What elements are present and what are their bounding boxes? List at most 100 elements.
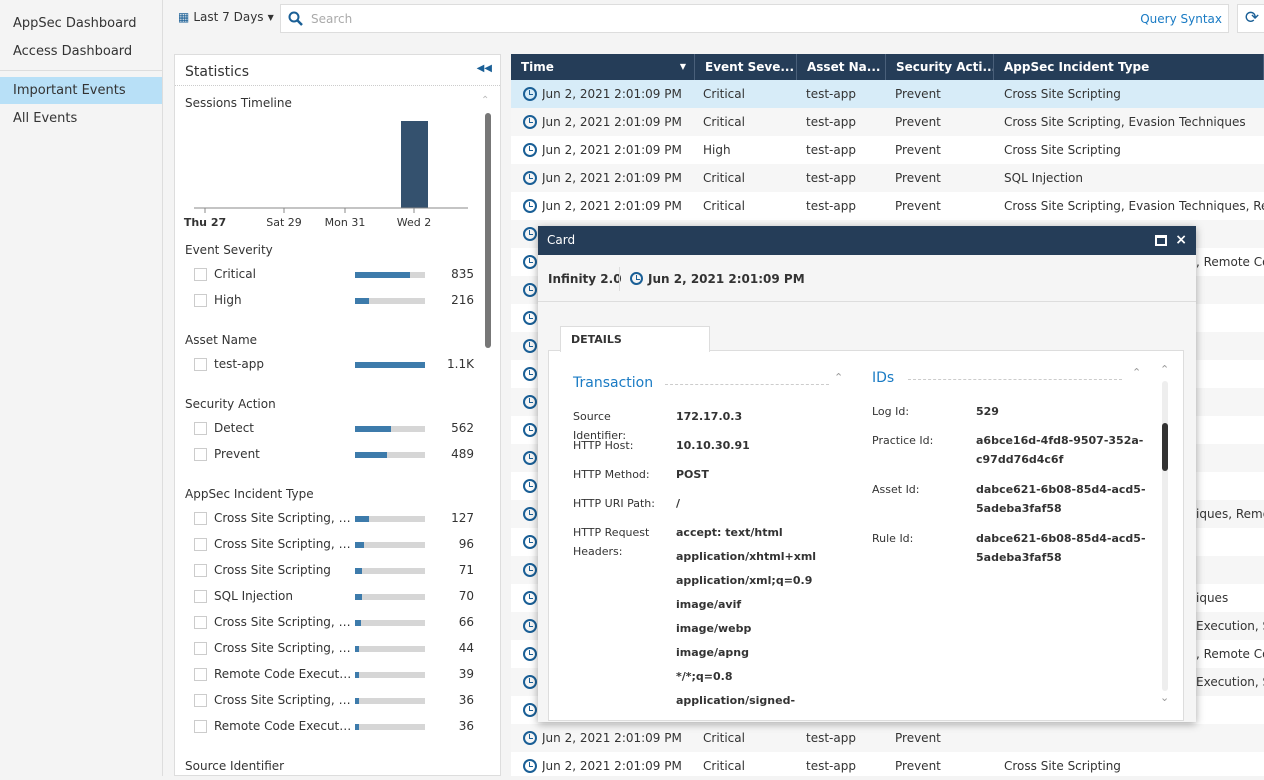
checkbox[interactable] bbox=[194, 694, 207, 707]
search-input[interactable]: Search Query Syntax bbox=[280, 4, 1229, 33]
field-value: */*;q=0.8 bbox=[676, 670, 733, 683]
filter-item[interactable]: Cross Site Scripting, Re... 127 bbox=[194, 509, 474, 529]
chevron-up-icon[interactable]: ⌃ bbox=[481, 95, 489, 106]
count-bar bbox=[355, 542, 425, 548]
checkbox[interactable] bbox=[194, 448, 207, 461]
col-incident-type[interactable]: AppSec Incident Type bbox=[994, 54, 1264, 80]
table-row[interactable]: Jun 2, 2021 2:01:09 PM Critical test-app Pr… bbox=[511, 164, 1264, 192]
filter-label: Remote Code Executio... bbox=[214, 667, 354, 681]
filter-item[interactable]: Cross Site Scripting, Ev... 44 bbox=[194, 639, 474, 659]
tab-details[interactable]: DETAILS bbox=[560, 326, 710, 352]
checkbox[interactable] bbox=[194, 590, 207, 603]
filter-count: 489 bbox=[451, 447, 474, 461]
cell-asset: test-app bbox=[806, 731, 856, 745]
date-range-label: Last 7 Days bbox=[193, 10, 264, 24]
checkbox[interactable] bbox=[194, 720, 207, 733]
checkbox[interactable] bbox=[194, 668, 207, 681]
filter-count: 70 bbox=[458, 589, 474, 603]
clock-icon bbox=[523, 507, 537, 521]
clock-icon bbox=[630, 272, 643, 285]
filter-item[interactable]: Critical 835 bbox=[194, 265, 474, 285]
cell-incident-type: Cross Site Scripting, Evasion Techniques bbox=[1004, 115, 1246, 129]
maximize-icon[interactable] bbox=[1155, 235, 1167, 246]
filter-item[interactable]: Cross Site Scripting, Ev... 66 bbox=[194, 613, 474, 633]
count-bar bbox=[355, 272, 425, 278]
checkbox[interactable] bbox=[194, 564, 207, 577]
chevron-up-icon[interactable]: ⌃ bbox=[1132, 366, 1141, 379]
col-severity[interactable]: Event Seve... bbox=[695, 54, 797, 80]
nav-appsec-dashboard[interactable]: AppSec Dashboard bbox=[0, 10, 162, 37]
field-label: Practice Id: bbox=[872, 434, 934, 447]
checkbox[interactable] bbox=[194, 512, 207, 525]
count-bar bbox=[355, 672, 425, 678]
col-time[interactable]: Time ▼ bbox=[511, 54, 695, 80]
field-value: 5adeba3faf58 bbox=[976, 502, 1062, 515]
card-subheader: Infinity 2.0 Jun 2, 2021 2:01:09 PM bbox=[538, 255, 1196, 302]
cell-incident-type: iques bbox=[1196, 591, 1229, 605]
close-icon[interactable]: × bbox=[1175, 226, 1187, 255]
checkbox[interactable] bbox=[194, 538, 207, 551]
checkbox[interactable] bbox=[194, 358, 207, 371]
col-action[interactable]: Security Acti... bbox=[886, 54, 994, 80]
filter-item[interactable]: Cross Site Scripting, Re... 96 bbox=[194, 535, 474, 555]
clock-icon bbox=[523, 255, 537, 269]
field-label: Asset Id: bbox=[872, 483, 920, 496]
filter-item[interactable]: Cross Site Scripting, Ev... 36 bbox=[194, 691, 474, 711]
table-row[interactable]: Jun 2, 2021 2:01:09 PM High test-app Preven… bbox=[511, 136, 1264, 164]
search-placeholder: Search bbox=[311, 12, 353, 26]
field-value: image/webp bbox=[676, 622, 752, 635]
checkbox[interactable] bbox=[194, 294, 207, 307]
stats-scrollbar[interactable] bbox=[485, 113, 491, 348]
filter-item[interactable]: Remote Code Executio... 39 bbox=[194, 665, 474, 685]
collapse-panel-icon[interactable]: ◀◀ bbox=[477, 63, 492, 74]
filter-item[interactable]: test-app 1.1K bbox=[194, 355, 474, 375]
scroll-down-icon[interactable]: ⌄ bbox=[1160, 691, 1169, 704]
filter-section-title: Source Identifier bbox=[185, 759, 285, 773]
filter-section-title: Security Action bbox=[185, 397, 276, 411]
field-label: HTTP Host: bbox=[573, 439, 634, 452]
table-row[interactable]: Jun 2, 2021 2:01:09 PM Critical test-app Pr… bbox=[511, 80, 1264, 108]
table-row[interactable]: Jun 2, 2021 2:01:09 PM Critical test-app Pr… bbox=[511, 192, 1264, 220]
clock-icon bbox=[523, 171, 537, 185]
count-bar bbox=[355, 452, 425, 458]
search-icon bbox=[288, 11, 303, 26]
x-tick-label: Sat 29 bbox=[266, 216, 302, 229]
col-asset[interactable]: Asset Na... bbox=[797, 54, 886, 80]
checkbox[interactable] bbox=[194, 642, 207, 655]
table-row[interactable]: Jun 2, 2021 2:01:09 PM Critical test-app Pr… bbox=[511, 724, 1264, 752]
checkbox[interactable] bbox=[194, 422, 207, 435]
cell-incident-type: Cross Site Scripting bbox=[1004, 143, 1121, 157]
card-scrollbar-thumb[interactable] bbox=[1162, 423, 1168, 471]
filter-section-title: Asset Name bbox=[185, 333, 258, 347]
clock-icon bbox=[523, 759, 537, 773]
filter-item[interactable]: High 216 bbox=[194, 291, 474, 311]
filter-item[interactable]: Cross Site Scripting 71 bbox=[194, 561, 474, 581]
filter-item[interactable]: Detect 562 bbox=[194, 419, 474, 439]
refresh-button[interactable]: ⟳ bbox=[1237, 4, 1264, 33]
field-value: 172.17.0.3 bbox=[676, 410, 743, 423]
divider bbox=[0, 70, 162, 71]
nav-all-events[interactable]: All Events bbox=[0, 105, 162, 132]
nav-important-events[interactable]: Important Events bbox=[0, 77, 162, 104]
count-bar bbox=[355, 362, 425, 368]
date-range-dropdown[interactable]: ▦ Last 7 Days ▼ bbox=[178, 10, 274, 24]
filter-label: test-app bbox=[214, 357, 264, 371]
count-bar bbox=[355, 594, 425, 600]
chevron-up-icon[interactable]: ⌃ bbox=[834, 371, 843, 384]
filter-item[interactable]: Prevent 489 bbox=[194, 445, 474, 465]
count-bar bbox=[355, 646, 425, 652]
timeline-bar bbox=[401, 121, 428, 208]
filter-count: 39 bbox=[458, 667, 474, 681]
filter-item[interactable]: Remote Code Execution 36 bbox=[194, 717, 474, 737]
field-value: application/signed- bbox=[676, 694, 796, 707]
x-tick-label: Mon 31 bbox=[325, 216, 366, 229]
scroll-up-icon[interactable]: ⌃ bbox=[1160, 363, 1169, 376]
filter-item[interactable]: SQL Injection 70 bbox=[194, 587, 474, 607]
query-syntax-link[interactable]: Query Syntax bbox=[1140, 12, 1222, 26]
count-bar bbox=[355, 516, 425, 522]
checkbox[interactable] bbox=[194, 616, 207, 629]
cell-incident-type: Execution, S bbox=[1196, 619, 1264, 633]
table-row[interactable]: Jun 2, 2021 2:01:09 PM Critical test-app Pr… bbox=[511, 108, 1264, 136]
nav-access-dashboard[interactable]: Access Dashboard bbox=[0, 38, 162, 65]
checkbox[interactable] bbox=[194, 268, 207, 281]
